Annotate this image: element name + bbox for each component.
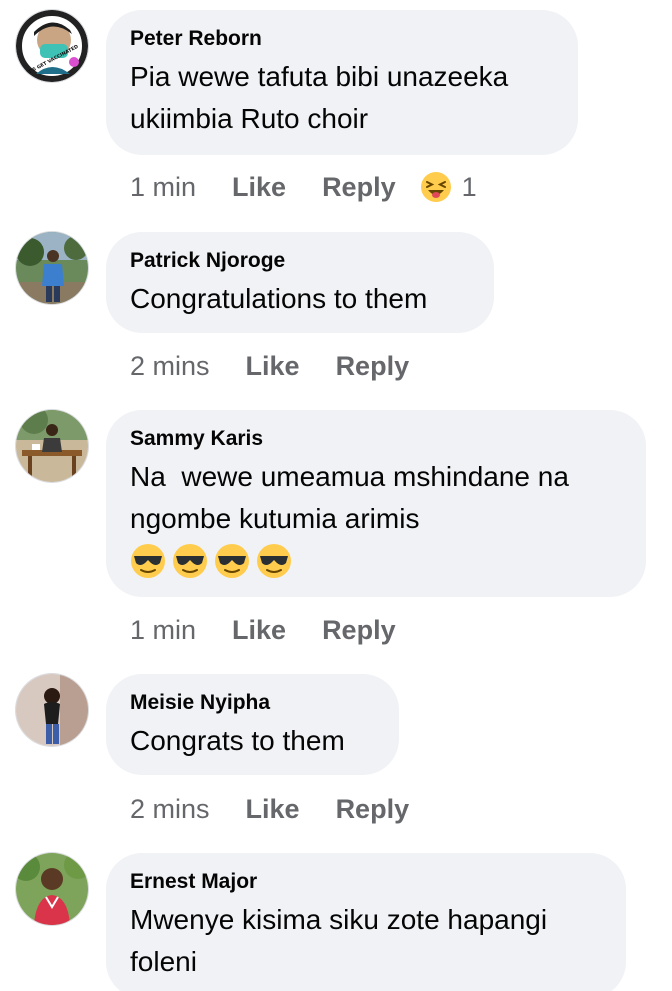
avatar-photo-outdoor: [16, 232, 88, 304]
avatar-vaccinated-frame-image: LET'S GET VACCINATED: [16, 10, 88, 82]
like-button[interactable]: Like: [232, 615, 286, 646]
comment-bubble: Peter Reborn Pia wewe tafuta bibi unazee…: [106, 10, 578, 155]
comment-author[interactable]: Ernest Major: [130, 869, 602, 895]
reaction-summary[interactable]: 1: [420, 171, 477, 203]
avatar[interactable]: [16, 410, 88, 482]
reply-button[interactable]: Reply: [322, 172, 396, 203]
like-button[interactable]: Like: [246, 794, 300, 825]
laughing-squint-tongue-emoji-icon: [420, 172, 451, 202]
emoji-row: [130, 542, 622, 580]
avatar[interactable]: [16, 232, 88, 304]
comment-timestamp[interactable]: 1 min: [130, 615, 196, 646]
reaction-count: 1: [461, 171, 477, 202]
comment-actions: 2 mins Like Reply: [130, 346, 445, 386]
comment-text-line: ngombe kutumia arimis: [130, 503, 420, 534]
comment-text-line: foleni: [130, 946, 197, 977]
comment-bubble: Meisie Nyipha Congrats to them: [106, 674, 399, 775]
comment-author[interactable]: Sammy Karis: [130, 426, 622, 452]
comment-actions: 2 mins Like Reply: [130, 789, 445, 829]
avatar[interactable]: LET'S GET VACCINATED: [16, 10, 88, 82]
sunglasses-emoji-icon: [256, 543, 292, 579]
comment-timestamp[interactable]: 2 mins: [130, 794, 210, 825]
comments-feed: LET'S GET VACCINATED Peter Reborn Pia we…: [0, 0, 672, 991]
comment-bubble: Patrick Njoroge Congratulations to them: [106, 232, 494, 333]
comment-author[interactable]: Patrick Njoroge: [130, 248, 470, 274]
comment-author[interactable]: Meisie Nyipha: [130, 690, 375, 716]
reply-button[interactable]: Reply: [336, 351, 410, 382]
sunglasses-emoji-icon: [130, 543, 166, 579]
reply-button[interactable]: Reply: [336, 794, 410, 825]
comment-bubble: Sammy Karis Na wewe umeamua mshindane na…: [106, 410, 646, 597]
sunglasses-emoji-icon: [172, 543, 208, 579]
like-button[interactable]: Like: [246, 351, 300, 382]
comment-text-line: Na wewe umeamua mshindane na: [130, 461, 569, 492]
avatar[interactable]: [16, 853, 88, 925]
avatar-photo-garden: [16, 853, 88, 925]
comment-text-line: Congratulations to them: [130, 283, 428, 314]
comment-author[interactable]: Peter Reborn: [130, 26, 554, 52]
avatar-photo-cafe: [16, 410, 88, 482]
reply-button[interactable]: Reply: [322, 615, 396, 646]
comment-text-line: ukiimbia Ruto choir: [130, 103, 369, 134]
comment-bubble: Ernest Major Mwenye kisima siku zote hap…: [106, 853, 626, 991]
comment-actions: 1 min Like Reply: [130, 610, 432, 650]
comment-text-line: Mwenye kisima siku zote hapangi: [130, 904, 548, 935]
comment-timestamp[interactable]: 1 min: [130, 172, 196, 203]
comment-actions: 1 min Like Reply 1: [130, 167, 477, 207]
comment-text-line: Congrats to them: [130, 725, 345, 756]
avatar[interactable]: [16, 674, 88, 746]
sunglasses-emoji-icon: [214, 543, 250, 579]
comment-timestamp[interactable]: 2 mins: [130, 351, 210, 382]
comment-text-line: Pia wewe tafuta bibi unazeeka: [130, 61, 509, 92]
avatar-photo-portrait: [16, 674, 88, 746]
like-button[interactable]: Like: [232, 172, 286, 203]
